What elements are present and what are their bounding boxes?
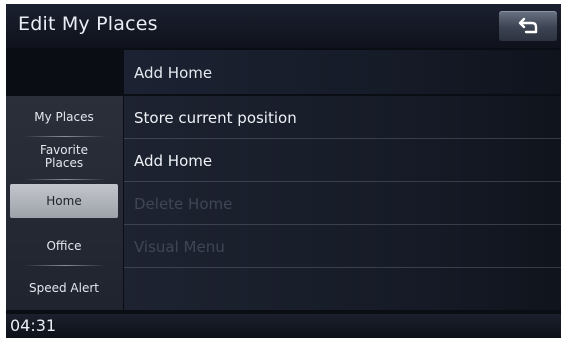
list-item-delete-home: Delete Home xyxy=(124,182,561,225)
section-header: Add Home xyxy=(124,50,561,94)
list-item-label: Visual Menu xyxy=(134,238,225,256)
title-bar: Edit My Places xyxy=(6,4,561,48)
sidebar-item-label: Office xyxy=(46,239,82,253)
list-item-label: Delete Home xyxy=(134,195,233,213)
page-title: Edit My Places xyxy=(18,13,158,35)
options-list: Store current position Add Home Delete H… xyxy=(124,96,561,310)
sidebar-item-speed-alert[interactable]: Speed Alert xyxy=(10,273,118,303)
list-item-add-home[interactable]: Add Home xyxy=(124,139,561,182)
clock: 04:31 xyxy=(10,316,57,335)
back-button[interactable] xyxy=(499,11,557,41)
sidebar-item-label-line2: Places xyxy=(44,156,84,170)
status-bar: 04:31 xyxy=(6,314,561,338)
sidebar-item-office[interactable]: Office xyxy=(10,232,118,260)
divider xyxy=(24,265,106,266)
divider xyxy=(24,179,106,180)
section-header-label: Add Home xyxy=(134,64,213,82)
sidebar-item-my-places[interactable]: My Places xyxy=(10,102,118,132)
list-item-store-current-position[interactable]: Store current position xyxy=(124,96,561,139)
list-item-label: Store current position xyxy=(134,109,297,127)
back-arrow-icon xyxy=(518,17,538,34)
sidebar-item-favorite-places[interactable]: Favorite Places xyxy=(10,140,118,174)
sidebar-item-home[interactable]: Home xyxy=(10,184,118,218)
list-item-label: Add Home xyxy=(134,152,213,170)
sidebar-item-label: My Places xyxy=(34,110,94,124)
list-item-visual-menu: Visual Menu xyxy=(124,225,561,268)
sidebar: My Places Favorite Places Home Office Sp… xyxy=(6,96,123,310)
divider xyxy=(24,136,106,137)
sidebar-item-label: Home xyxy=(46,194,82,208)
navigation-screen: Edit My Places Add Home My Places Favori… xyxy=(6,4,561,338)
sidebar-item-label: Speed Alert xyxy=(29,281,99,295)
